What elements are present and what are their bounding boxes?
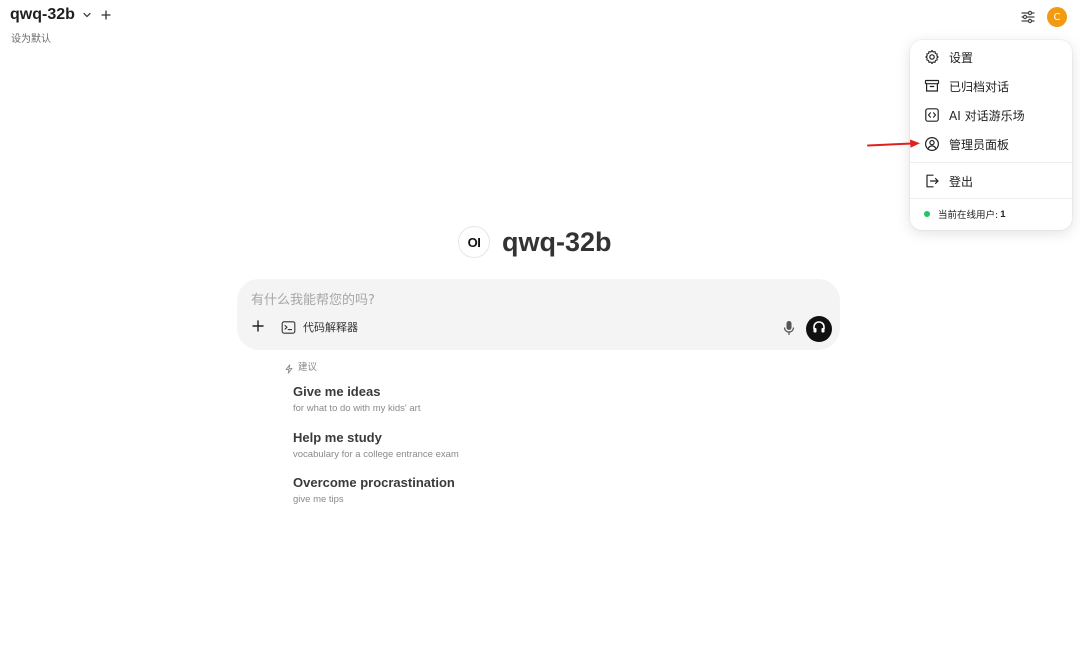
code-icon (924, 107, 940, 123)
suggestion-title: Give me ideas (293, 384, 381, 399)
add-model-button[interactable] (101, 8, 111, 23)
controls-icon[interactable] (1020, 9, 1036, 25)
avatar[interactable]: C (1047, 7, 1067, 27)
chevron-down-icon[interactable] (82, 10, 92, 20)
menu-item-logout[interactable]: 登出 (910, 168, 1072, 194)
logout-icon (924, 173, 940, 189)
chat-input-box: 代码解释器 (237, 279, 840, 350)
menu-item-label: 管理员面板 (949, 137, 1010, 152)
online-users-label: 当前在线用户: (938, 210, 999, 221)
suggestion-title: Overcome procrastination (293, 475, 455, 490)
suggestion-title: Help me study (293, 430, 382, 445)
suggestion-item[interactable]: Give me ideas for what to do with my kid… (293, 384, 420, 414)
hero: OI qwq-32b (458, 226, 612, 258)
menu-divider (910, 198, 1072, 199)
hero-model-title: qwq-32b (502, 226, 612, 257)
menu-item-admin-panel[interactable]: 管理员面板 (910, 131, 1072, 157)
online-status-dot (924, 211, 930, 217)
suggestion-subtitle: for what to do with my kids' art (293, 403, 421, 414)
menu-divider (910, 162, 1072, 163)
suggestions-label: 建议 (298, 362, 318, 373)
suggestions-header: 建议 (284, 359, 318, 374)
user-circle-icon (924, 136, 940, 152)
online-users-count: 1 (1000, 208, 1006, 220)
suggestion-subtitle: give me tips (293, 494, 344, 505)
headphones-icon (812, 320, 826, 339)
menu-item-label: 设置 (949, 50, 974, 65)
menu-item-label: 登出 (949, 174, 974, 189)
suggestion-item[interactable]: Overcome procrastination give me tips (293, 475, 455, 505)
menu-item-label: AI 对话游乐场 (949, 108, 1025, 123)
archive-icon (924, 78, 940, 94)
annotation-arrow (867, 139, 920, 148)
lightning-icon (284, 361, 294, 374)
chat-input[interactable] (251, 290, 811, 310)
model-name[interactable]: qwq-32b (10, 6, 75, 24)
menu-item-label: 已归档对话 (949, 79, 1010, 94)
user-menu: 设置 已归档对话 AI 对话游乐场 管理员面板 登出 当前在线用户: 1 (910, 40, 1072, 230)
online-users-status: 当前在线用户: 1 (924, 207, 1006, 221)
code-interpreter-label: 代码解释器 (303, 321, 358, 334)
voice-mode-button[interactable] (806, 316, 832, 342)
code-interpreter-button[interactable]: 代码解释器 (281, 319, 358, 335)
attach-plus-button[interactable] (250, 318, 266, 334)
suggestion-item[interactable]: Help me study vocabulary for a college e… (293, 430, 459, 460)
model-logo: OI (458, 226, 490, 258)
gear-icon (924, 49, 940, 65)
model-selector[interactable]: qwq-32b (10, 6, 111, 24)
microphone-icon[interactable] (782, 320, 796, 336)
menu-item-archived-chats[interactable]: 已归档对话 (910, 73, 1072, 99)
set-default-link[interactable]: 设为默认 (11, 30, 51, 45)
menu-item-settings[interactable]: 设置 (910, 44, 1072, 70)
menu-item-playground[interactable]: AI 对话游乐场 (910, 102, 1072, 128)
terminal-icon (281, 320, 296, 335)
suggestion-subtitle: vocabulary for a college entrance exam (293, 449, 459, 460)
